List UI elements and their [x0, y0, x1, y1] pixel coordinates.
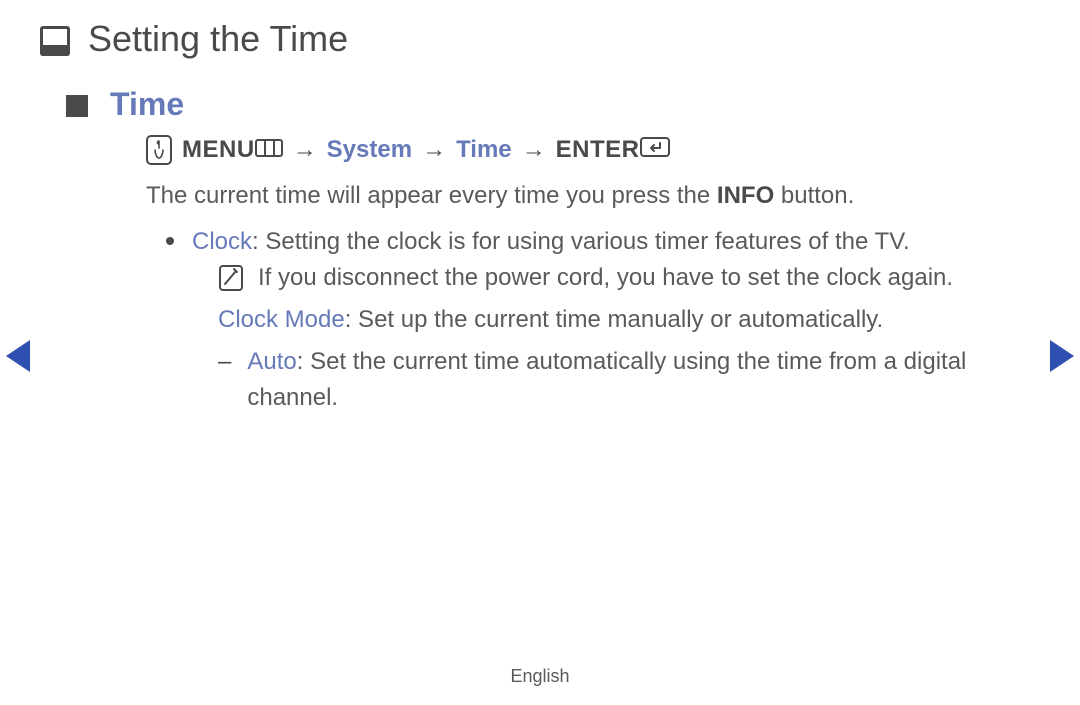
path-system: System [327, 136, 412, 164]
menu-label: MENU [182, 136, 283, 165]
list-item: Clock: Setting the clock is for using va… [166, 224, 1036, 416]
chapter-title: Setting the Time [88, 18, 348, 60]
footer-language: English [0, 666, 1080, 687]
triangle-right-icon [1050, 340, 1074, 372]
arrow-icon: → [293, 136, 317, 164]
triangle-left-icon [6, 340, 30, 372]
chapter-icon [40, 26, 70, 56]
navigation-path: MENU → System → Time → ENTER [146, 135, 1040, 165]
square-bullet-icon [66, 95, 88, 117]
term-auto: Auto [247, 348, 296, 375]
manual-page: Setting the Time Time MENU → System → Ti… [0, 0, 1080, 705]
enter-label: ENTER [556, 136, 670, 165]
enter-glyph-icon [640, 136, 670, 164]
term-clock-mode: Clock Mode [218, 306, 345, 333]
note-icon [218, 264, 244, 292]
intro-text: The current time will appear every time … [146, 179, 1026, 214]
section-heading-row: Time [66, 86, 1040, 123]
path-time: Time [456, 136, 512, 164]
prev-page-button[interactable] [6, 340, 30, 372]
section-heading: Time [110, 86, 184, 123]
arrow-icon: → [422, 136, 446, 164]
clock-mode-line: Clock Mode: Set up the current time manu… [218, 302, 1036, 338]
chapter-title-row: Setting the Time [40, 18, 1040, 60]
term-clock: Clock [192, 228, 252, 255]
next-page-button[interactable] [1050, 340, 1074, 372]
clock-line: Clock: Setting the clock is for using va… [192, 224, 1036, 260]
info-button-label: INFO [717, 182, 774, 209]
hand-icon [146, 135, 172, 165]
arrow-icon: → [522, 136, 546, 164]
bullet-dot-icon [166, 237, 174, 245]
menu-glyph-icon [255, 136, 283, 164]
note-text: If you disconnect the power cord, you ha… [258, 260, 953, 296]
dash-icon: – [218, 344, 231, 416]
note-row: If you disconnect the power cord, you ha… [218, 260, 1036, 296]
bullet-list: Clock: Setting the clock is for using va… [166, 224, 1036, 416]
sub-list-item: – Auto: Set the current time automatical… [218, 344, 1036, 416]
